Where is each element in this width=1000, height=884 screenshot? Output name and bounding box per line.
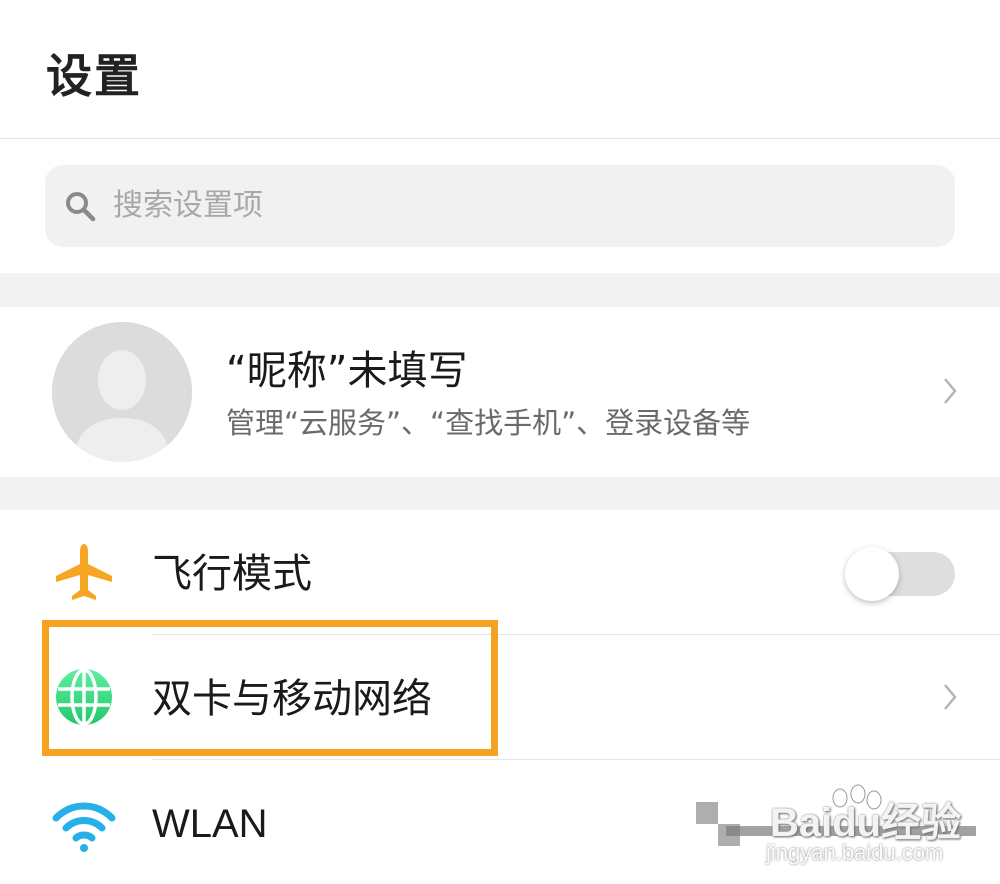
toggle-knob xyxy=(845,547,899,601)
title-bar: 设置 xyxy=(0,0,1000,139)
wifi-icon xyxy=(52,802,116,852)
search-input[interactable]: 搜索设置项 xyxy=(45,165,955,247)
airplane-mode-label: 飞行模式 xyxy=(152,551,312,597)
search-section: 搜索设置项 xyxy=(0,140,1000,273)
watermark: Baidu经验 jingyan.baidu.com xyxy=(690,780,990,880)
account-description: 管理“云服务”、“查找手机”、登录设备等 xyxy=(226,406,751,440)
search-icon xyxy=(66,192,96,222)
section-gap xyxy=(0,477,1000,510)
avatar xyxy=(52,322,192,462)
airplane-icon xyxy=(56,544,112,600)
wlan-label: WLAN xyxy=(152,802,268,846)
account-name: “昵称”未填写 xyxy=(226,348,468,394)
page-title: 设置 xyxy=(46,49,142,103)
search-placeholder: 搜索设置项 xyxy=(113,188,263,223)
section-gap xyxy=(0,273,1000,307)
airplane-mode-toggle[interactable] xyxy=(845,547,955,601)
watermark-url: jingyan.baidu.com xyxy=(766,840,944,865)
account-row[interactable]: “昵称”未填写 管理“云服务”、“查找手机”、登录设备等 xyxy=(0,307,1000,477)
chevron-right-icon xyxy=(944,684,957,710)
chevron-right-icon xyxy=(944,378,957,404)
highlight-box xyxy=(42,620,498,756)
avatar-placeholder-icon xyxy=(52,322,192,462)
settings-item-airplane-mode[interactable]: 飞行模式 xyxy=(0,510,1000,634)
